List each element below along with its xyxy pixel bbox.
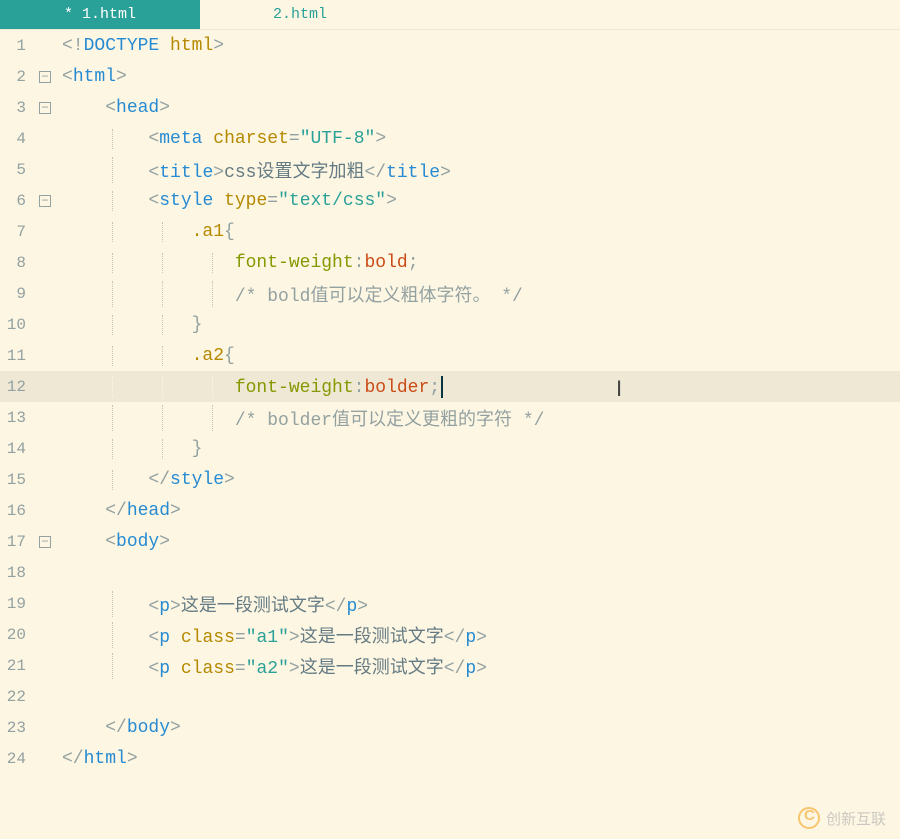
line-number: 16 bbox=[0, 502, 34, 520]
code-line[interactable]: 2−<html> bbox=[0, 61, 900, 92]
code-content[interactable]: font-weight:bold; bbox=[56, 253, 900, 273]
code-line[interactable]: 8 font-weight:bold; bbox=[0, 247, 900, 278]
code-content[interactable]: </head> bbox=[56, 501, 900, 521]
code-content[interactable]: <body> bbox=[56, 532, 900, 552]
code-line[interactable]: 21 <p class="a2">这是一段测试文字</p> bbox=[0, 650, 900, 681]
watermark: 创新互联 bbox=[798, 807, 886, 829]
line-number: 5 bbox=[0, 161, 34, 179]
code-line[interactable]: 17− <body> bbox=[0, 526, 900, 557]
code-content[interactable]: <style type="text/css"> bbox=[56, 191, 900, 211]
line-number: 8 bbox=[0, 254, 34, 272]
line-number: 15 bbox=[0, 471, 34, 489]
code-content[interactable]: <title>css设置文字加粗</title> bbox=[56, 157, 900, 183]
fold-gutter[interactable]: − bbox=[34, 534, 56, 549]
code-line[interactable]: 4 <meta charset="UTF-8"> bbox=[0, 123, 900, 154]
code-content[interactable]: <html> bbox=[56, 67, 900, 87]
code-line[interactable]: 14 } bbox=[0, 433, 900, 464]
mouse-ibeam-icon: I bbox=[616, 376, 622, 402]
code-line[interactable]: 13 /* bolder值可以定义更粗的字符 */ bbox=[0, 402, 900, 433]
line-number: 14 bbox=[0, 440, 34, 458]
line-number: 4 bbox=[0, 130, 34, 148]
code-content[interactable]: .a2{ bbox=[56, 346, 900, 366]
line-number: 13 bbox=[0, 409, 34, 427]
code-content[interactable]: </body> bbox=[56, 718, 900, 738]
line-number: 20 bbox=[0, 626, 34, 644]
code-content[interactable]: font-weight:bolder;I bbox=[56, 376, 900, 398]
fold-toggle-icon[interactable]: − bbox=[39, 536, 51, 548]
code-content[interactable]: <head> bbox=[56, 98, 900, 118]
code-line[interactable]: 18 bbox=[0, 557, 900, 588]
tab-file-2[interactable]: 2.html bbox=[200, 0, 400, 29]
code-content[interactable]: </html> bbox=[56, 749, 900, 769]
line-number: 23 bbox=[0, 719, 34, 737]
tab-bar: * 1.html 2.html bbox=[0, 0, 900, 30]
watermark-text: 创新互联 bbox=[826, 808, 886, 829]
line-number: 1 bbox=[0, 37, 34, 55]
code-line[interactable]: 1 <!DOCTYPE html> bbox=[0, 30, 900, 61]
line-number: 19 bbox=[0, 595, 34, 613]
watermark-logo-icon bbox=[798, 807, 820, 829]
code-content[interactable]: /* bold值可以定义粗体字符。 */ bbox=[56, 281, 900, 307]
code-content[interactable]: } bbox=[56, 315, 900, 335]
code-content[interactable]: /* bolder值可以定义更粗的字符 */ bbox=[56, 405, 900, 431]
text-cursor bbox=[441, 376, 443, 398]
code-line[interactable]: 7 .a1{ bbox=[0, 216, 900, 247]
code-line[interactable]: 3− <head> bbox=[0, 92, 900, 123]
code-line[interactable]: 15 </style> bbox=[0, 464, 900, 495]
line-number: 17 bbox=[0, 533, 34, 551]
code-content[interactable]: </style> bbox=[56, 470, 900, 490]
code-line[interactable]: 11 .a2{ bbox=[0, 340, 900, 371]
code-line[interactable]: 5 <title>css设置文字加粗</title> bbox=[0, 154, 900, 185]
code-content[interactable]: <p class="a1">这是一段测试文字</p> bbox=[56, 622, 900, 648]
fold-gutter[interactable]: − bbox=[34, 100, 56, 115]
line-number: 10 bbox=[0, 316, 34, 334]
line-number: 7 bbox=[0, 223, 34, 241]
line-number: 2 bbox=[0, 68, 34, 86]
code-content[interactable]: <p class="a2">这是一段测试文字</p> bbox=[56, 653, 900, 679]
code-content[interactable]: <!DOCTYPE html> bbox=[56, 36, 900, 56]
code-line[interactable]: 19 <p>这是一段测试文字</p> bbox=[0, 588, 900, 619]
code-content[interactable]: <meta charset="UTF-8"> bbox=[56, 129, 900, 149]
line-number: 18 bbox=[0, 564, 34, 582]
fold-gutter[interactable]: − bbox=[34, 193, 56, 208]
code-editor[interactable]: 1<!DOCTYPE html>2−<html>3− <head>4 <meta… bbox=[0, 30, 900, 774]
line-number: 6 bbox=[0, 192, 34, 210]
code-line[interactable]: 22 bbox=[0, 681, 900, 712]
code-line[interactable]: 9 /* bold值可以定义粗体字符。 */ bbox=[0, 278, 900, 309]
line-number: 3 bbox=[0, 99, 34, 117]
code-line[interactable]: 12 font-weight:bolder;I bbox=[0, 371, 900, 402]
line-number: 12 bbox=[0, 378, 34, 396]
code-line[interactable]: 20 <p class="a1">这是一段测试文字</p> bbox=[0, 619, 900, 650]
code-line[interactable]: 6− <style type="text/css"> bbox=[0, 185, 900, 216]
code-line[interactable]: 10 } bbox=[0, 309, 900, 340]
fold-toggle-icon[interactable]: − bbox=[39, 195, 51, 207]
line-number: 24 bbox=[0, 750, 34, 768]
code-line[interactable]: 16 </head> bbox=[0, 495, 900, 526]
line-number: 22 bbox=[0, 688, 34, 706]
line-number: 21 bbox=[0, 657, 34, 675]
fold-toggle-icon[interactable]: − bbox=[39, 71, 51, 83]
code-content[interactable]: <p>这是一段测试文字</p> bbox=[56, 591, 900, 617]
fold-gutter[interactable]: − bbox=[34, 69, 56, 84]
line-number: 9 bbox=[0, 285, 34, 303]
fold-toggle-icon[interactable]: − bbox=[39, 102, 51, 114]
code-line[interactable]: 24 </html> bbox=[0, 743, 900, 774]
code-line[interactable]: 23 </body> bbox=[0, 712, 900, 743]
code-content[interactable]: } bbox=[56, 439, 900, 459]
tab-file-1[interactable]: * 1.html bbox=[0, 0, 200, 29]
code-content[interactable]: .a1{ bbox=[56, 222, 900, 242]
line-number: 11 bbox=[0, 347, 34, 365]
